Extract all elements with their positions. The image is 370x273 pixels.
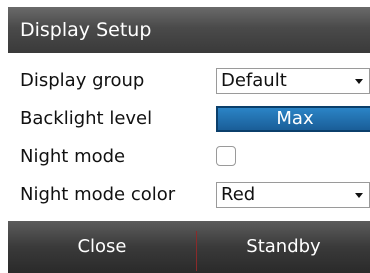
display-group-row: Display group Default [20, 65, 370, 97]
night-mode-color-row: Night mode color Red [20, 179, 370, 211]
backlight-level-row: Backlight level Max [20, 103, 370, 135]
night-mode-color-select[interactable]: Red [216, 182, 370, 208]
display-group-label: Display group [20, 70, 145, 91]
backlight-level-label: Backlight level [20, 108, 153, 129]
settings-panel: Display group Default Backlight level Ma… [8, 53, 370, 221]
display-group-select[interactable]: Default [216, 68, 370, 94]
dialog-title: Display Setup [8, 7, 370, 53]
close-button[interactable]: Close [8, 221, 196, 273]
night-mode-label: Night mode [20, 146, 126, 167]
display-group-value: Default [221, 70, 287, 91]
chevron-down-icon [355, 193, 363, 198]
display-setup-dialog: Display Setup Display group Default Back… [0, 0, 370, 273]
chevron-down-icon [355, 79, 363, 84]
backlight-level-slider[interactable]: Max [216, 106, 370, 132]
backlight-level-value: Max [276, 108, 314, 129]
dialog-footer: Close Standby [8, 221, 370, 273]
standby-button[interactable]: Standby [197, 221, 370, 273]
night-mode-row: Night mode [20, 141, 370, 173]
night-mode-checkbox[interactable] [216, 146, 236, 166]
night-mode-color-value: Red [221, 184, 256, 205]
night-mode-color-label: Night mode color [20, 184, 176, 205]
